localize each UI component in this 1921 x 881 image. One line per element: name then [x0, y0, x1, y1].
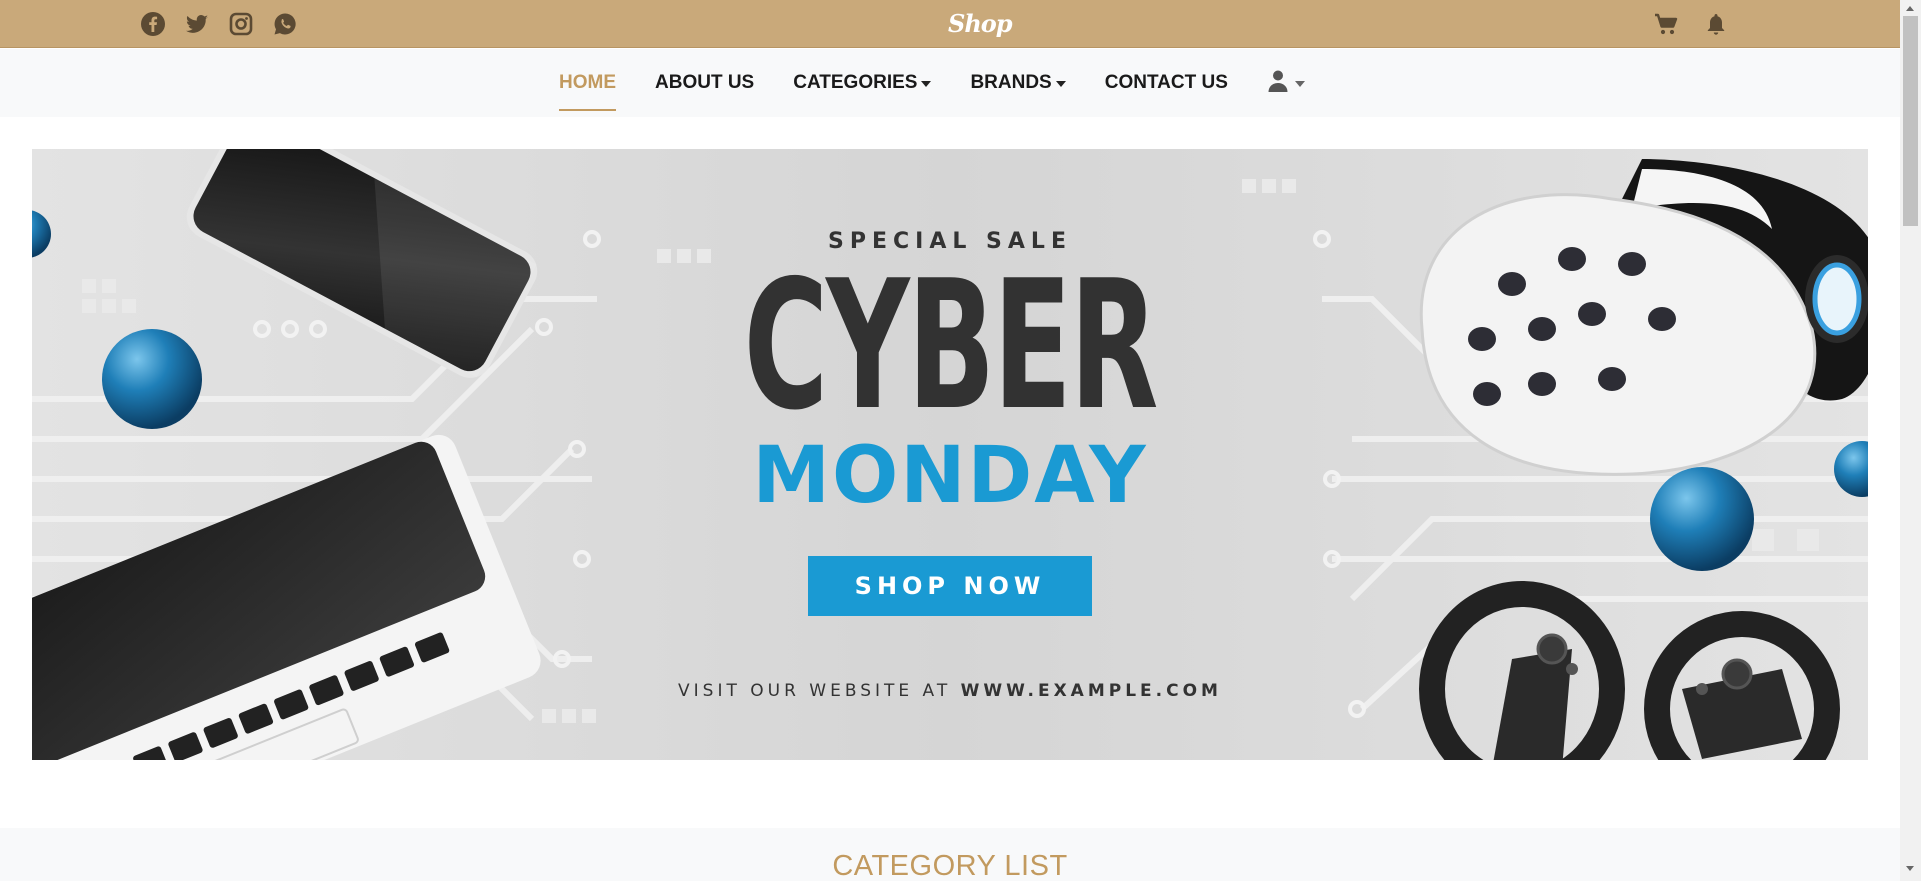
whatsapp-icon[interactable]	[272, 11, 298, 37]
nav-item-label: ABOUT US	[655, 72, 755, 93]
visit-url: WWW.EXAMPLE.COM	[960, 681, 1222, 701]
instagram-icon[interactable]	[228, 11, 254, 37]
scroll-thumb[interactable]	[1903, 16, 1918, 226]
top-actions	[1652, 11, 1730, 39]
category-section: CATEGORY LIST	[0, 828, 1900, 881]
user-menu-button[interactable]	[1267, 49, 1305, 117]
shop-now-button[interactable]: SHOP NOW	[808, 556, 1092, 616]
nav-item-contact-us[interactable]: CONTACT US	[1105, 49, 1228, 117]
caret-down-icon	[1055, 81, 1066, 87]
twitter-icon[interactable]	[184, 11, 210, 37]
scroll-up-arrow-icon[interactable]	[1906, 6, 1914, 11]
nav-item-label: CATEGORIES	[793, 72, 918, 93]
nav-items: HOME ABOUT US CATEGORIES BRANDS CONTACT …	[559, 49, 1305, 117]
facebook-icon[interactable]	[140, 11, 166, 37]
hero-banner[interactable]: SPECIAL SALE CYBER MONDAY SHOP NOW VISIT…	[32, 149, 1868, 760]
bell-icon[interactable]	[1702, 11, 1730, 39]
scroll-down-arrow-icon[interactable]	[1906, 866, 1914, 871]
page-scrollbar[interactable]	[1900, 0, 1921, 881]
user-icon	[1267, 69, 1289, 98]
nav-item-categories[interactable]: CATEGORIES	[793, 49, 932, 117]
visit-prefix: VISIT OUR WEBSITE AT	[678, 681, 952, 701]
banner-headline-monday: MONDAY	[752, 431, 1148, 521]
banner-headline-cyber: CYBER	[743, 242, 1159, 449]
top-bar: Shop	[0, 0, 1900, 48]
cart-icon[interactable]	[1652, 11, 1680, 39]
social-links	[140, 11, 298, 37]
nav-item-label: BRANDS	[970, 72, 1052, 93]
shop-logo[interactable]: Shop	[948, 9, 1013, 38]
nav-item-label: CONTACT US	[1104, 72, 1228, 93]
category-list-title: CATEGORY LIST	[832, 850, 1068, 881]
banner-visit-line: VISIT OUR WEBSITE AT WWW.EXAMPLE.COM	[32, 681, 1868, 701]
nav-item-label: HOME	[559, 72, 616, 93]
nav-item-brands[interactable]: BRANDS	[970, 49, 1066, 117]
caret-down-icon	[921, 81, 932, 87]
nav-item-about-us[interactable]: ABOUT US	[655, 49, 754, 117]
nav-item-home[interactable]: HOME	[559, 49, 616, 117]
caret-down-icon	[1294, 81, 1305, 87]
main-nav: HOME ABOUT US CATEGORIES BRANDS CONTACT …	[0, 49, 1900, 117]
